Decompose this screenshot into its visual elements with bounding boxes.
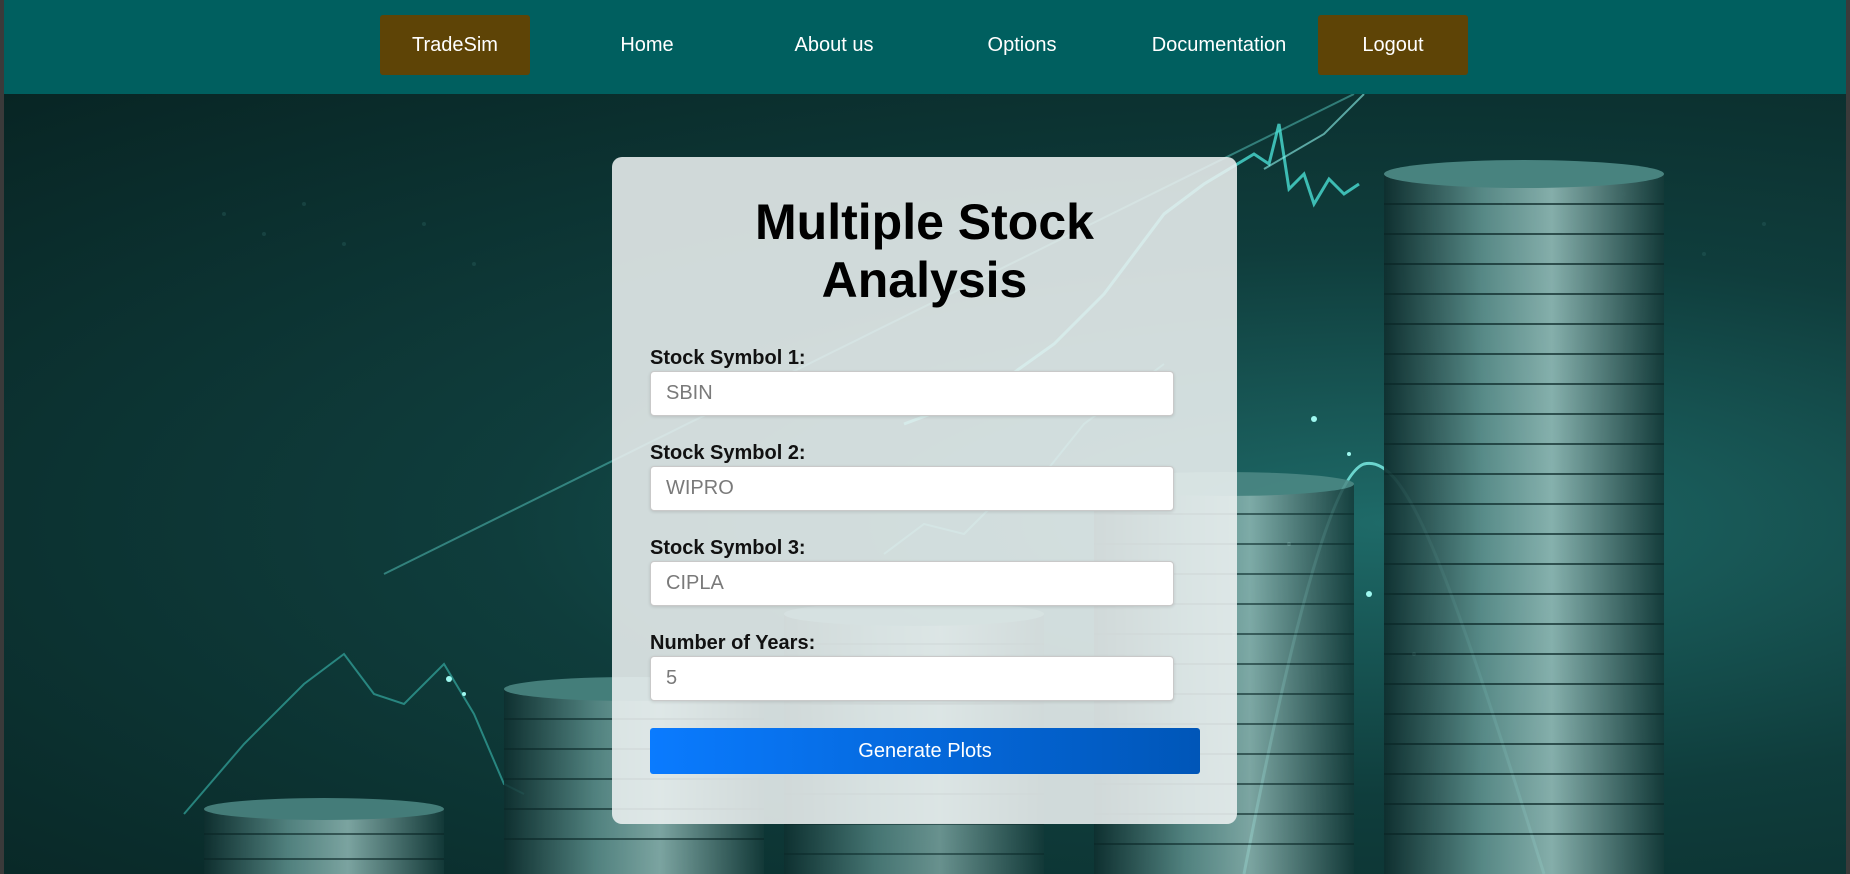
number-of-years-label: Number of Years: xyxy=(650,632,816,654)
browser-viewport: TradeSim Home About us Options Documenta… xyxy=(4,0,1846,874)
coin-stack-short xyxy=(204,798,444,874)
stock-symbol-1-input[interactable] xyxy=(650,371,1174,416)
top-navbar: TradeSim Home About us Options Documenta… xyxy=(4,0,1846,94)
generate-plots-button[interactable]: Generate Plots xyxy=(650,728,1200,774)
coin-stack-tall xyxy=(1384,160,1664,874)
number-of-years-input[interactable] xyxy=(650,656,1174,701)
nav-link-about-us[interactable]: About us xyxy=(759,15,909,75)
nav-brand-tradesim[interactable]: TradeSim xyxy=(380,15,530,75)
page-title: Multiple Stock Analysis xyxy=(755,194,1094,308)
nav-link-options[interactable]: Options xyxy=(947,15,1097,75)
nav-logout-button[interactable]: Logout xyxy=(1318,15,1468,75)
stock-symbol-1-label: Stock Symbol 1: xyxy=(650,347,806,369)
nav-link-home[interactable]: Home xyxy=(572,15,722,75)
multiple-stock-form: Multiple Stock Analysis Stock Symbol 1: … xyxy=(612,157,1237,824)
stock-symbol-2-label: Stock Symbol 2: xyxy=(650,442,806,464)
stock-symbol-3-input[interactable] xyxy=(650,561,1174,606)
stock-symbol-2-input[interactable] xyxy=(650,466,1174,511)
stock-symbol-3-label: Stock Symbol 3: xyxy=(650,537,806,559)
nav-link-documentation[interactable]: Documentation xyxy=(1134,15,1304,75)
